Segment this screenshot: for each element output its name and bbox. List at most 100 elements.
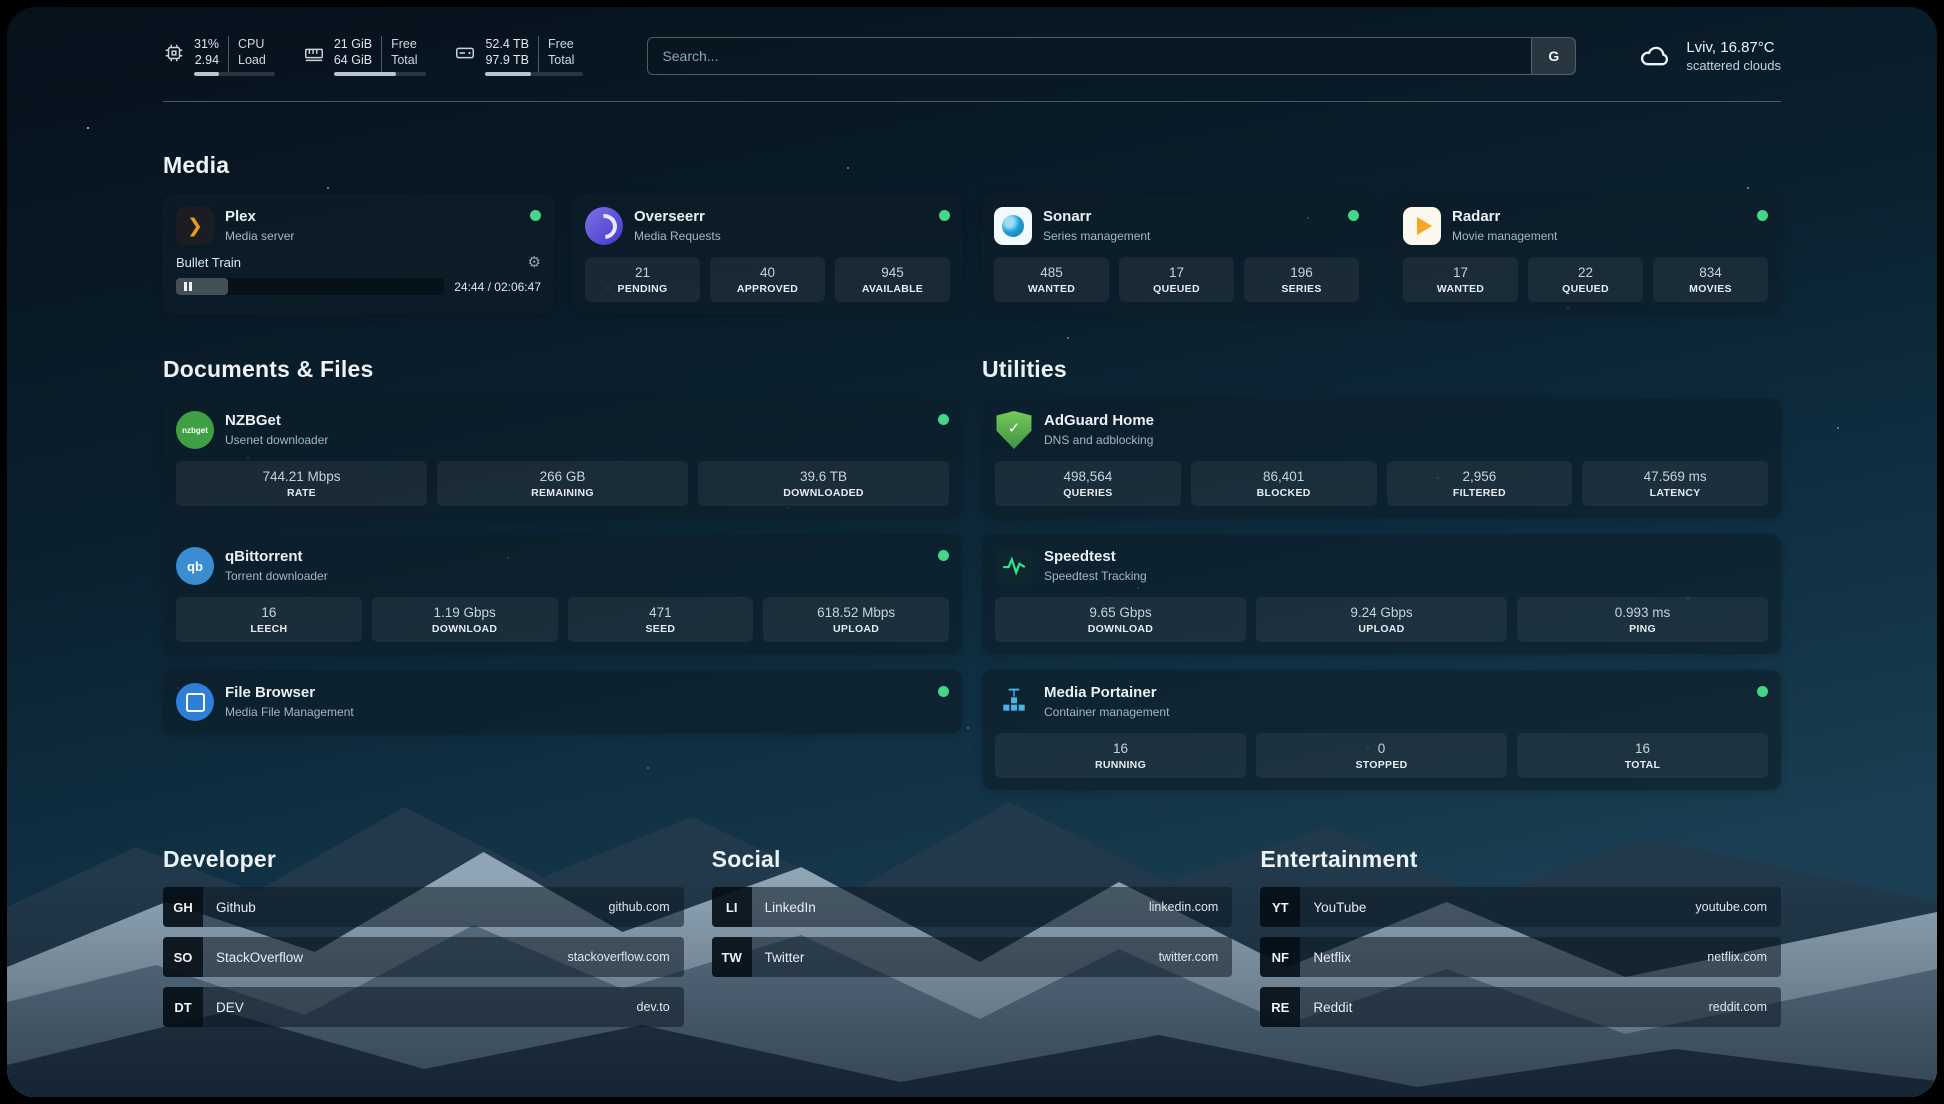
gear-icon[interactable]: ⚙ <box>528 255 541 270</box>
app-name: AdGuard Home <box>1044 412 1154 431</box>
app-subtitle: DNS and adblocking <box>1044 433 1154 447</box>
link-youtube[interactable]: YT YouTube youtube.com <box>1260 887 1781 927</box>
twitter-badge-icon: TW <box>712 937 752 977</box>
card-overseerr[interactable]: Overseerr Media Requests 21PENDING 40APP… <box>572 194 963 314</box>
stat-box: 16LEECH <box>176 597 362 642</box>
portainer-icon <box>995 683 1033 721</box>
stat-box: 39.6 TBDOWNLOADED <box>698 461 949 506</box>
status-online-dot <box>938 414 949 425</box>
disk-usage-bar <box>485 72 583 76</box>
youtube-badge-icon: YT <box>1260 887 1300 927</box>
link-linkedin[interactable]: LI LinkedIn linkedin.com <box>712 887 1233 927</box>
window-frame: 31% 2.94 CPU Load <box>0 0 1944 1104</box>
app-name: Radarr <box>1452 208 1557 227</box>
disk-icon <box>454 42 476 64</box>
app-subtitle: Usenet downloader <box>225 433 328 447</box>
search-engine-button[interactable]: G <box>1531 38 1575 74</box>
status-online-dot <box>1757 686 1768 697</box>
app-subtitle: Speedtest Tracking <box>1044 569 1147 583</box>
ram-free-label: Free <box>391 36 417 52</box>
stat-box: 2,956FILTERED <box>1387 461 1573 506</box>
reddit-badge-icon: RE <box>1260 987 1300 1027</box>
nzbget-icon: nzbget <box>176 411 214 449</box>
weather-widget: Lviv, 16.87°C scattered clouds <box>1638 39 1781 73</box>
netflix-badge-icon: NF <box>1260 937 1300 977</box>
playback-time: 24:44 / 02:06:47 <box>454 280 541 294</box>
qbittorrent-icon: qb <box>176 547 214 585</box>
cpu-usage-bar <box>194 72 275 76</box>
ram-widget: 21 GiB 64 GiB Free Total <box>303 36 427 77</box>
disk-free: 52.4 TB <box>485 36 529 52</box>
playback-progress-bar <box>176 278 444 295</box>
link-dev[interactable]: DT DEV dev.to <box>163 987 684 1027</box>
stackoverflow-badge-icon: SO <box>163 937 203 977</box>
app-name: Sonarr <box>1043 208 1150 227</box>
link-stackoverflow[interactable]: SO StackOverflow stackoverflow.com <box>163 937 684 977</box>
card-nzbget[interactable]: nzbget NZBGet Usenet downloader 744.21 M… <box>163 398 962 518</box>
stat-box: 17QUEUED <box>1119 257 1234 302</box>
stat-box: 17WANTED <box>1403 257 1518 302</box>
link-netflix[interactable]: NF Netflix netflix.com <box>1260 937 1781 977</box>
section-entertainment: Entertainment YT YouTube youtube.com NF … <box>1260 846 1781 1027</box>
dev-badge-icon: DT <box>163 987 203 1027</box>
top-bar: 31% 2.94 CPU Load <box>163 31 1781 81</box>
card-qbittorrent[interactable]: qb qBittorrent Torrent downloader 16LEEC… <box>163 534 962 654</box>
stat-box: 9.24 GbpsUPLOAD <box>1256 597 1507 642</box>
speedtest-icon <box>995 547 1033 585</box>
weather-location-temp: Lviv, 16.87°C <box>1686 39 1781 56</box>
stat-box: 485WANTED <box>994 257 1109 302</box>
app-subtitle: Movie management <box>1452 229 1557 243</box>
section-title-documents: Documents & Files <box>163 356 962 383</box>
section-title-utilities: Utilities <box>982 356 1781 383</box>
card-filebrowser[interactable]: File Browser Media File Management <box>163 670 962 733</box>
card-radarr[interactable]: Radarr Movie management 17WANTED 22QUEUE… <box>1390 194 1781 314</box>
stat-box: 471SEED <box>568 597 754 642</box>
ram-usage-bar <box>334 72 427 76</box>
cpu-percent: 31% <box>194 36 219 52</box>
card-plex[interactable]: ❯ Plex Media server Bullet Train ⚙ <box>163 194 554 314</box>
adguard-icon: ✓ <box>995 411 1033 449</box>
now-playing-title: Bullet Train <box>176 255 241 270</box>
app-subtitle: Container management <box>1044 705 1169 719</box>
stat-box: 744.21 MbpsRATE <box>176 461 427 506</box>
card-speedtest[interactable]: Speedtest Speedtest Tracking 9.65 GbpsDO… <box>982 534 1781 654</box>
link-twitter[interactable]: TW Twitter twitter.com <box>712 937 1233 977</box>
card-adguard[interactable]: ✓ AdGuard Home DNS and adblocking 498,56… <box>982 398 1781 518</box>
section-title-social: Social <box>712 846 1233 873</box>
search-input[interactable] <box>648 38 1531 74</box>
card-sonarr[interactable]: Sonarr Series management 485WANTED 17QUE… <box>981 194 1372 314</box>
weather-condition: scattered clouds <box>1686 58 1781 73</box>
stat-box: 40APPROVED <box>710 257 825 302</box>
app-subtitle: Media File Management <box>225 705 354 719</box>
link-github[interactable]: GH Github github.com <box>163 887 684 927</box>
status-online-dot <box>938 550 949 561</box>
stat-box: 945AVAILABLE <box>835 257 950 302</box>
pause-icon[interactable] <box>184 282 192 291</box>
cpu-widget: 31% 2.94 CPU Load <box>163 36 275 77</box>
disk-free-label: Free <box>548 36 574 52</box>
app-name: NZBGet <box>225 412 328 431</box>
stat-box: 21PENDING <box>585 257 700 302</box>
stat-box: 47.569 msLATENCY <box>1582 461 1768 506</box>
section-title-developer: Developer <box>163 846 684 873</box>
stat-box: 618.52 MbpsUPLOAD <box>763 597 949 642</box>
status-online-dot <box>939 210 950 221</box>
cloud-icon <box>1638 41 1674 71</box>
radarr-icon <box>1403 207 1441 245</box>
dashboard-screen: 31% 2.94 CPU Load <box>7 7 1937 1097</box>
sonarr-icon <box>994 207 1032 245</box>
stat-box: 22QUEUED <box>1528 257 1643 302</box>
app-name: Plex <box>225 208 294 227</box>
cpu-label: CPU <box>238 36 264 52</box>
plex-icon: ❯ <box>176 207 214 245</box>
stat-box: 86,401BLOCKED <box>1191 461 1377 506</box>
section-social: Social LI LinkedIn linkedin.com TW Twitt… <box>712 846 1233 977</box>
stat-box: 9.65 GbpsDOWNLOAD <box>995 597 1246 642</box>
disk-total-label: Total <box>548 52 574 68</box>
link-reddit[interactable]: RE Reddit reddit.com <box>1260 987 1781 1027</box>
section-title-entertainment: Entertainment <box>1260 846 1781 873</box>
filebrowser-icon <box>176 683 214 721</box>
card-portainer[interactable]: Media Portainer Container management 16R… <box>982 670 1781 790</box>
section-media: Media ❯ Plex Media server Bullet Train <box>163 152 1781 314</box>
section-documents: Documents & Files nzbget NZBGet Usenet d… <box>163 356 962 733</box>
